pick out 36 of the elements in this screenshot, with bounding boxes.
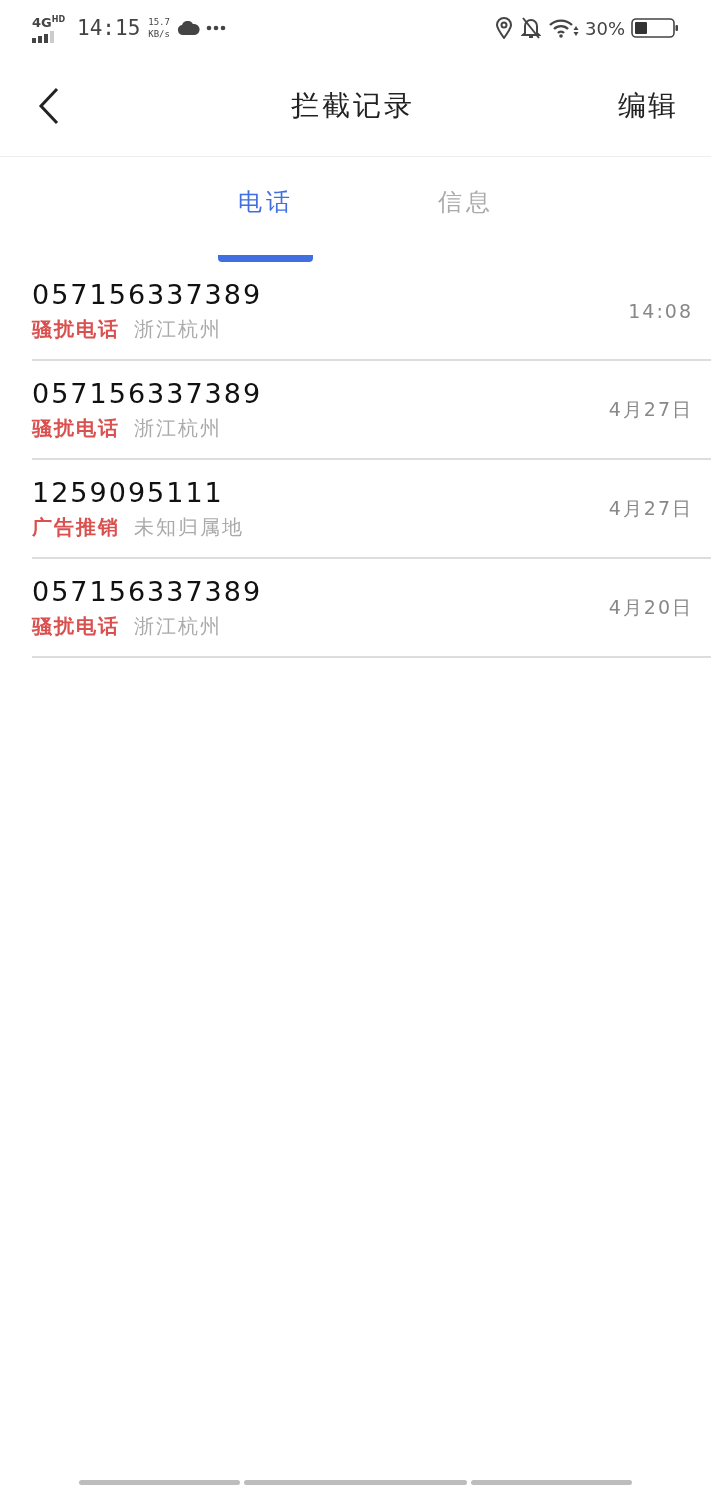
gesture-bar[interactable] xyxy=(471,1480,632,1485)
phone-number: 057156337389 xyxy=(32,377,263,409)
call-time: 4月27日 xyxy=(608,396,693,422)
more-icon xyxy=(205,25,226,31)
phone-number: 1259095111 xyxy=(32,476,225,508)
location-icon xyxy=(495,17,513,39)
call-location: 浙江杭州 xyxy=(134,315,222,343)
page-title: 拦截记录 xyxy=(291,88,415,124)
call-time: 4月27日 xyxy=(608,495,693,521)
battery-icon xyxy=(631,18,679,38)
phone-number: 057156337389 xyxy=(32,278,263,310)
call-time: 14:08 xyxy=(628,299,693,322)
battery-percent: 30% xyxy=(585,17,625,39)
signal-icon xyxy=(32,30,54,43)
call-location: 浙江杭州 xyxy=(134,414,222,442)
call-time: 4月20日 xyxy=(608,594,693,620)
speed-unit: KB/s xyxy=(148,28,170,40)
edit-button[interactable]: 编辑 xyxy=(618,87,678,125)
tab[interactable]: 电话 xyxy=(218,149,313,262)
call-location: 未知归属地 xyxy=(134,513,244,541)
call-tag: 广告推销 xyxy=(32,513,120,541)
tab[interactable]: 信息 xyxy=(418,149,513,262)
call-tag: 骚扰电话 xyxy=(32,414,120,442)
gesture-bar[interactable] xyxy=(244,1480,467,1485)
back-icon[interactable] xyxy=(38,87,60,125)
cloud-icon xyxy=(177,21,200,35)
network-label: 4G$^{HD}$ xyxy=(32,14,66,30)
phone-number: 057156337389 xyxy=(32,575,263,607)
status-time: 14:15 xyxy=(77,16,141,40)
call-tag: 骚扰电话 xyxy=(32,315,120,343)
call-tag: 骚扰电话 xyxy=(32,612,120,640)
call-location: 浙江杭州 xyxy=(134,612,222,640)
wifi-icon xyxy=(549,18,579,38)
gesture-bar[interactable] xyxy=(79,1480,240,1485)
speed-value: 15.7 xyxy=(148,16,170,28)
bell-off-icon xyxy=(521,17,541,39)
